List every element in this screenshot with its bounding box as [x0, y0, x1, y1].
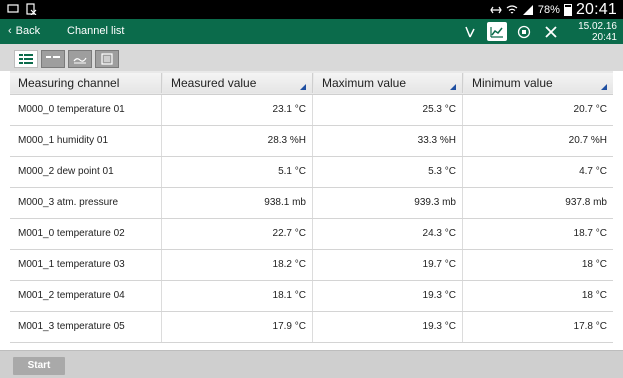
cell-measured: 23.1 °C — [162, 95, 313, 125]
cell-min: 18.7 °C — [573, 228, 607, 239]
cell-min: 20.7 °C — [573, 104, 607, 115]
table-row[interactable]: M001_2 temperature 04 18.1 °C 19.3 °C 18… — [10, 281, 613, 312]
cell-min: 20.7 %H — [568, 135, 607, 146]
table-row[interactable]: M000_0 temperature 01 23.1 °C 25.3 °C 20… — [10, 95, 613, 126]
table-row[interactable]: M001_0 temperature 02 22.7 °C 24.3 °C 18… — [10, 219, 613, 250]
cell-measured: 938.1 mb — [162, 188, 313, 218]
table-row[interactable]: M001_3 temperature 05 17.9 °C 19.3 °C 17… — [10, 312, 613, 343]
app-bar: ‹ Back Channel list 15.02.16 20:41 — [0, 19, 623, 44]
back-button[interactable]: ‹ Back — [8, 25, 40, 37]
cell-channel: M000_3 atm. pressure — [10, 188, 162, 218]
header-measured-value[interactable]: Measured value — [163, 73, 313, 93]
app-datetime: 15.02.16 20:41 — [578, 21, 617, 43]
header-minimum-value[interactable]: Minimum value — [464, 73, 613, 93]
cell-min: 937.8 mb — [565, 197, 607, 208]
cell-max: 24.3 °C — [313, 219, 463, 249]
cell-channel: M001_0 temperature 02 — [10, 219, 162, 249]
tools-icon — [545, 25, 557, 38]
sensor-icon — [465, 26, 475, 37]
cell-max: 19.7 °C — [313, 250, 463, 280]
cell-min: 17.8 °C — [573, 321, 607, 332]
cell-measured: 18.2 °C — [162, 250, 313, 280]
cell-measured: 18.1 °C — [162, 281, 313, 311]
status-time: 20:41 — [575, 1, 617, 18]
sort-icon — [300, 84, 306, 90]
cell-max: 33.3 %H — [313, 126, 463, 156]
graph-view-icon — [73, 57, 87, 64]
tab-report-view[interactable] — [95, 50, 119, 68]
header-label: Maximum value — [322, 76, 407, 90]
tab-graph-view[interactable] — [68, 50, 92, 68]
table-row[interactable]: M000_1 humidity 01 28.3 %H 33.3 %H 20.7 … — [10, 126, 613, 157]
toolbar-icons — [460, 22, 561, 41]
cell-min: 18 °C — [581, 259, 607, 270]
status-left-icons — [7, 3, 37, 15]
signal-icon — [522, 4, 533, 15]
back-label: Back — [15, 25, 41, 37]
header-label: Minimum value — [472, 76, 553, 90]
chart-icon — [490, 26, 503, 38]
battery-percent: 78% — [537, 3, 560, 16]
app-time: 20:41 — [591, 32, 617, 43]
battery-icon — [563, 3, 572, 16]
cell-max: 25.3 °C — [313, 95, 463, 125]
record-icon — [517, 25, 531, 38]
header-label: Measured value — [171, 76, 257, 90]
cell-measured: 22.7 °C — [162, 219, 313, 249]
cell-measured: 5.1 °C — [162, 157, 313, 187]
table-row[interactable]: M000_2 dew point 01 5.1 °C 5.3 °C 4.7 °C — [10, 157, 613, 188]
cell-max: 19.3 °C — [313, 281, 463, 311]
wifi-icon — [506, 4, 518, 13]
chevron-left-icon: ‹ — [8, 25, 12, 37]
bottom-bar: Start — [0, 350, 623, 378]
status-bar: 78% 20:41 — [0, 0, 623, 19]
sort-icon — [450, 84, 456, 90]
record-button[interactable] — [514, 22, 534, 41]
cell-channel: M000_1 humidity 01 — [10, 126, 162, 156]
cell-channel: M001_2 temperature 04 — [10, 281, 162, 311]
cell-max: 19.3 °C — [313, 312, 463, 342]
cell-measured: 17.9 °C — [162, 312, 313, 342]
table-row[interactable]: M000_3 atm. pressure 938.1 mb 939.3 mb 9… — [10, 188, 613, 219]
cell-min: 4.7 °C — [579, 166, 607, 177]
table-row[interactable]: M001_1 temperature 03 18.2 °C 19.7 °C 18… — [10, 250, 613, 281]
sort-icon — [601, 84, 607, 90]
view-tab-bar — [0, 44, 623, 71]
document-icon — [26, 3, 37, 15]
report-view-icon — [101, 53, 113, 65]
tools-button[interactable] — [541, 22, 561, 41]
status-right: 78% 20:41 — [490, 1, 617, 18]
tab-table-view[interactable] — [41, 50, 65, 68]
table-view-icon — [46, 56, 60, 58]
list-view-icon — [19, 54, 33, 64]
cell-channel: M001_3 temperature 05 — [10, 312, 162, 342]
header-maximum-value[interactable]: Maximum value — [314, 73, 463, 93]
sensor-button[interactable] — [460, 22, 480, 41]
cast-icon — [7, 4, 19, 13]
cell-channel: M001_1 temperature 03 — [10, 250, 162, 280]
cell-min: 18 °C — [581, 290, 607, 301]
cell-max: 5.3 °C — [313, 157, 463, 187]
chart-button[interactable] — [487, 22, 507, 41]
start-button[interactable]: Start — [13, 357, 65, 375]
tab-list-view[interactable] — [14, 50, 38, 68]
table-header: Measuring channel Measured value Maximum… — [10, 71, 613, 95]
app-date: 15.02.16 — [578, 21, 617, 32]
channel-table: Measuring channel Measured value Maximum… — [10, 71, 613, 343]
header-measuring-channel[interactable]: Measuring channel — [10, 73, 162, 93]
page-title: Channel list — [67, 25, 125, 37]
link-icon — [490, 6, 502, 13]
cell-channel: M000_0 temperature 01 — [10, 95, 162, 125]
cell-channel: M000_2 dew point 01 — [10, 157, 162, 187]
header-label: Measuring channel — [18, 76, 120, 90]
cell-measured: 28.3 %H — [162, 126, 313, 156]
cell-max: 939.3 mb — [313, 188, 463, 218]
